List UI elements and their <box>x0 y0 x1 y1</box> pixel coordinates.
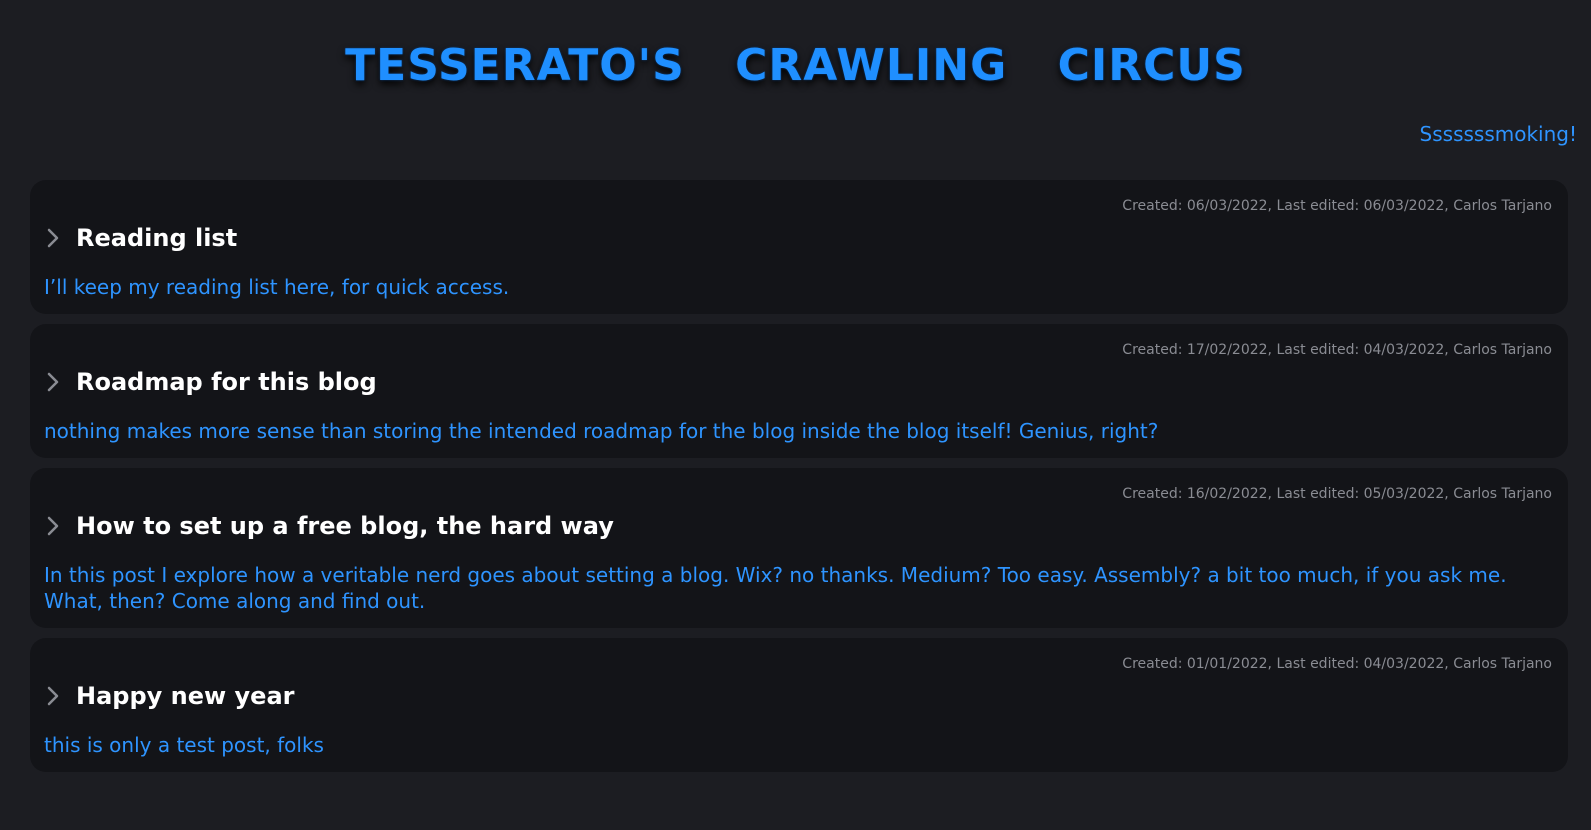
post-meta: Created: 16/02/2022, Last edited: 05/03/… <box>1122 486 1552 502</box>
post-title[interactable]: Happy new year <box>76 680 294 712</box>
post-summary: In this post I explore how a veritable n… <box>44 563 1507 613</box>
post-header[interactable]: Happy new year <box>44 678 1552 714</box>
post-meta: Created: 06/03/2022, Last edited: 06/03/… <box>1122 198 1552 214</box>
post-meta: Created: 17/02/2022, Last edited: 04/03/… <box>1122 342 1552 358</box>
post-summary: I’ll keep my reading list here, for quic… <box>44 275 510 299</box>
post-header[interactable]: How to set up a free blog, the hard way <box>44 508 1552 544</box>
chevron-right-icon[interactable] <box>44 515 62 537</box>
post-title[interactable]: Reading list <box>76 222 237 254</box>
post-card[interactable]: Created: 17/02/2022, Last edited: 04/03/… <box>30 324 1568 458</box>
post-header[interactable]: Roadmap for this blog <box>44 364 1552 400</box>
site-title[interactable]: TESSERATO'S CRAWLING CIRCUS <box>0 36 1591 96</box>
blog-index-page: TESSERATO'S CRAWLING CIRCUS Sssssssmokin… <box>0 0 1591 830</box>
post-title[interactable]: How to set up a free blog, the hard way <box>76 510 614 542</box>
post-summary: nothing makes more sense than storing th… <box>44 419 1159 443</box>
chevron-right-icon[interactable] <box>44 227 62 249</box>
post-summary: this is only a test post, folks <box>44 733 324 757</box>
post-list: Created: 06/03/2022, Last edited: 06/03/… <box>30 180 1568 782</box>
post-card[interactable]: Created: 01/01/2022, Last edited: 04/03/… <box>30 638 1568 772</box>
post-card[interactable]: Created: 06/03/2022, Last edited: 06/03/… <box>30 180 1568 314</box>
site-tagline: Sssssssmoking! <box>1419 122 1577 146</box>
post-title[interactable]: Roadmap for this blog <box>76 366 377 398</box>
chevron-right-icon[interactable] <box>44 685 62 707</box>
post-card[interactable]: Created: 16/02/2022, Last edited: 05/03/… <box>30 468 1568 628</box>
chevron-right-icon[interactable] <box>44 371 62 393</box>
post-header[interactable]: Reading list <box>44 220 1552 256</box>
post-meta: Created: 01/01/2022, Last edited: 04/03/… <box>1122 656 1552 672</box>
